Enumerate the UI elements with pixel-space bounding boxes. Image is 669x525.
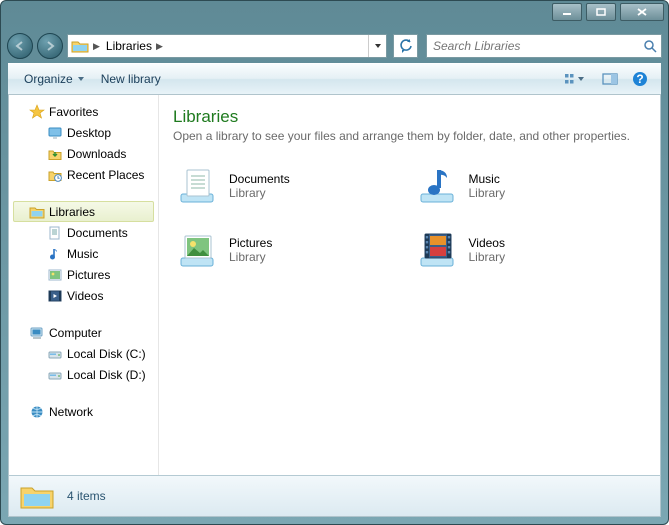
network-node[interactable]: Network bbox=[9, 401, 158, 422]
sidebar-item-downloads[interactable]: Downloads bbox=[9, 143, 158, 164]
tree-label: Libraries bbox=[49, 205, 95, 219]
libraries-group: Libraries Documents Music bbox=[9, 201, 158, 306]
recent-icon bbox=[47, 167, 63, 183]
minimize-button[interactable] bbox=[552, 3, 582, 21]
videos-icon bbox=[47, 288, 63, 304]
downloads-icon bbox=[47, 146, 63, 162]
status-text: 4 items bbox=[67, 489, 106, 503]
breadcrumb-label: Libraries bbox=[106, 39, 152, 53]
titlebar bbox=[1, 1, 668, 29]
sidebar-item-recent[interactable]: Recent Places bbox=[9, 164, 158, 185]
sidebar-item-disk-d[interactable]: Local Disk (D:) bbox=[9, 364, 158, 385]
library-item-videos[interactable]: Videos Library bbox=[413, 225, 647, 275]
network-icon bbox=[29, 404, 45, 420]
breadcrumb-arrow-icon[interactable]: ▶ bbox=[91, 41, 102, 52]
close-button[interactable] bbox=[620, 3, 664, 21]
search-input[interactable] bbox=[427, 35, 639, 57]
library-item-pictures[interactable]: Pictures Library bbox=[173, 225, 407, 275]
nav-pane: Favorites Desktop Downloads bbox=[9, 95, 159, 475]
organize-menu[interactable]: Organize bbox=[16, 68, 93, 90]
search-box[interactable] bbox=[426, 34, 662, 58]
library-type: Library bbox=[469, 250, 506, 264]
library-type: Library bbox=[469, 186, 506, 200]
library-name: Music bbox=[469, 172, 506, 186]
address-bar[interactable]: ▶ Libraries ▶ bbox=[67, 34, 387, 58]
tree-label: Downloads bbox=[67, 147, 126, 161]
tree-label: Recent Places bbox=[67, 168, 144, 182]
music-icon bbox=[47, 246, 63, 262]
help-button[interactable]: ? bbox=[625, 68, 655, 90]
forward-button[interactable] bbox=[37, 33, 63, 59]
document-icon bbox=[47, 225, 63, 241]
svg-text:?: ? bbox=[636, 72, 643, 86]
organize-label: Organize bbox=[24, 72, 73, 86]
tree-label: Local Disk (C:) bbox=[67, 347, 146, 361]
window-controls bbox=[552, 3, 664, 21]
maximize-button[interactable] bbox=[586, 3, 616, 21]
library-type: Library bbox=[229, 250, 272, 264]
details-pane: 4 items bbox=[8, 475, 661, 517]
documents-library-icon bbox=[175, 164, 219, 208]
music-library-icon bbox=[415, 164, 459, 208]
tree-label: Desktop bbox=[67, 126, 111, 140]
preview-pane-button[interactable] bbox=[595, 68, 625, 90]
sidebar-item-desktop[interactable]: Desktop bbox=[9, 122, 158, 143]
libraries-folder-icon bbox=[19, 480, 55, 512]
address-dropdown[interactable] bbox=[368, 35, 386, 57]
library-item-documents[interactable]: Documents Library bbox=[173, 161, 407, 211]
page-title: Libraries bbox=[173, 107, 646, 127]
disk-icon bbox=[47, 367, 63, 383]
content-pane: Libraries Open a library to see your fil… bbox=[159, 95, 660, 475]
library-item-music[interactable]: Music Library bbox=[413, 161, 647, 211]
new-library-button[interactable]: New library bbox=[93, 68, 169, 90]
command-bar: Organize New library ? bbox=[8, 63, 661, 95]
page-subtitle: Open a library to see your files and arr… bbox=[173, 129, 646, 143]
network-group: Network bbox=[9, 401, 158, 422]
chevron-down-icon bbox=[77, 76, 85, 82]
star-icon bbox=[29, 104, 45, 120]
computer-node[interactable]: Computer bbox=[9, 322, 158, 343]
tree-label: Local Disk (D:) bbox=[67, 368, 146, 382]
body: Favorites Desktop Downloads bbox=[8, 95, 661, 475]
sidebar-item-documents[interactable]: Documents bbox=[9, 222, 158, 243]
newlib-label: New library bbox=[101, 72, 161, 86]
libraries-icon bbox=[29, 204, 45, 220]
sidebar-item-music[interactable]: Music bbox=[9, 243, 158, 264]
tree-label: Music bbox=[67, 247, 98, 261]
back-button[interactable] bbox=[7, 33, 33, 59]
libraries-folder-icon bbox=[69, 36, 91, 56]
videos-library-icon bbox=[415, 228, 459, 272]
libraries-node[interactable]: Libraries bbox=[13, 201, 154, 222]
library-name: Videos bbox=[469, 236, 506, 250]
computer-group: Computer Local Disk (C:) Local Disk (D:) bbox=[9, 322, 158, 385]
view-options-button[interactable] bbox=[553, 68, 595, 90]
sidebar-item-videos[interactable]: Videos bbox=[9, 285, 158, 306]
breadcrumb-arrow-icon[interactable]: ▶ bbox=[156, 41, 163, 52]
tree-label: Computer bbox=[49, 326, 102, 340]
tree-label: Videos bbox=[67, 289, 103, 303]
pictures-library-icon bbox=[175, 228, 219, 272]
favorites-node[interactable]: Favorites bbox=[9, 101, 158, 122]
search-icon[interactable] bbox=[639, 39, 661, 53]
tree-label: Network bbox=[49, 405, 93, 419]
breadcrumb-root[interactable]: Libraries ▶ bbox=[102, 35, 169, 57]
library-name: Pictures bbox=[229, 236, 272, 250]
favorites-group: Favorites Desktop Downloads bbox=[9, 101, 158, 185]
pictures-icon bbox=[47, 267, 63, 283]
library-name: Documents bbox=[229, 172, 290, 186]
library-type: Library bbox=[229, 186, 290, 200]
nav-bar: ▶ Libraries ▶ bbox=[1, 29, 668, 63]
tree-label: Pictures bbox=[67, 268, 110, 282]
refresh-button[interactable] bbox=[393, 34, 418, 58]
tree-label: Documents bbox=[67, 226, 128, 240]
libraries-grid: Documents Library Music bbox=[173, 161, 646, 275]
explorer-window: { "search": { "placeholder": "Search Lib… bbox=[0, 0, 669, 525]
disk-icon bbox=[47, 346, 63, 362]
desktop-icon bbox=[47, 125, 63, 141]
sidebar-item-pictures[interactable]: Pictures bbox=[9, 264, 158, 285]
computer-icon bbox=[29, 325, 45, 341]
sidebar-item-disk-c[interactable]: Local Disk (C:) bbox=[9, 343, 158, 364]
favorites-label: Favorites bbox=[49, 105, 98, 119]
